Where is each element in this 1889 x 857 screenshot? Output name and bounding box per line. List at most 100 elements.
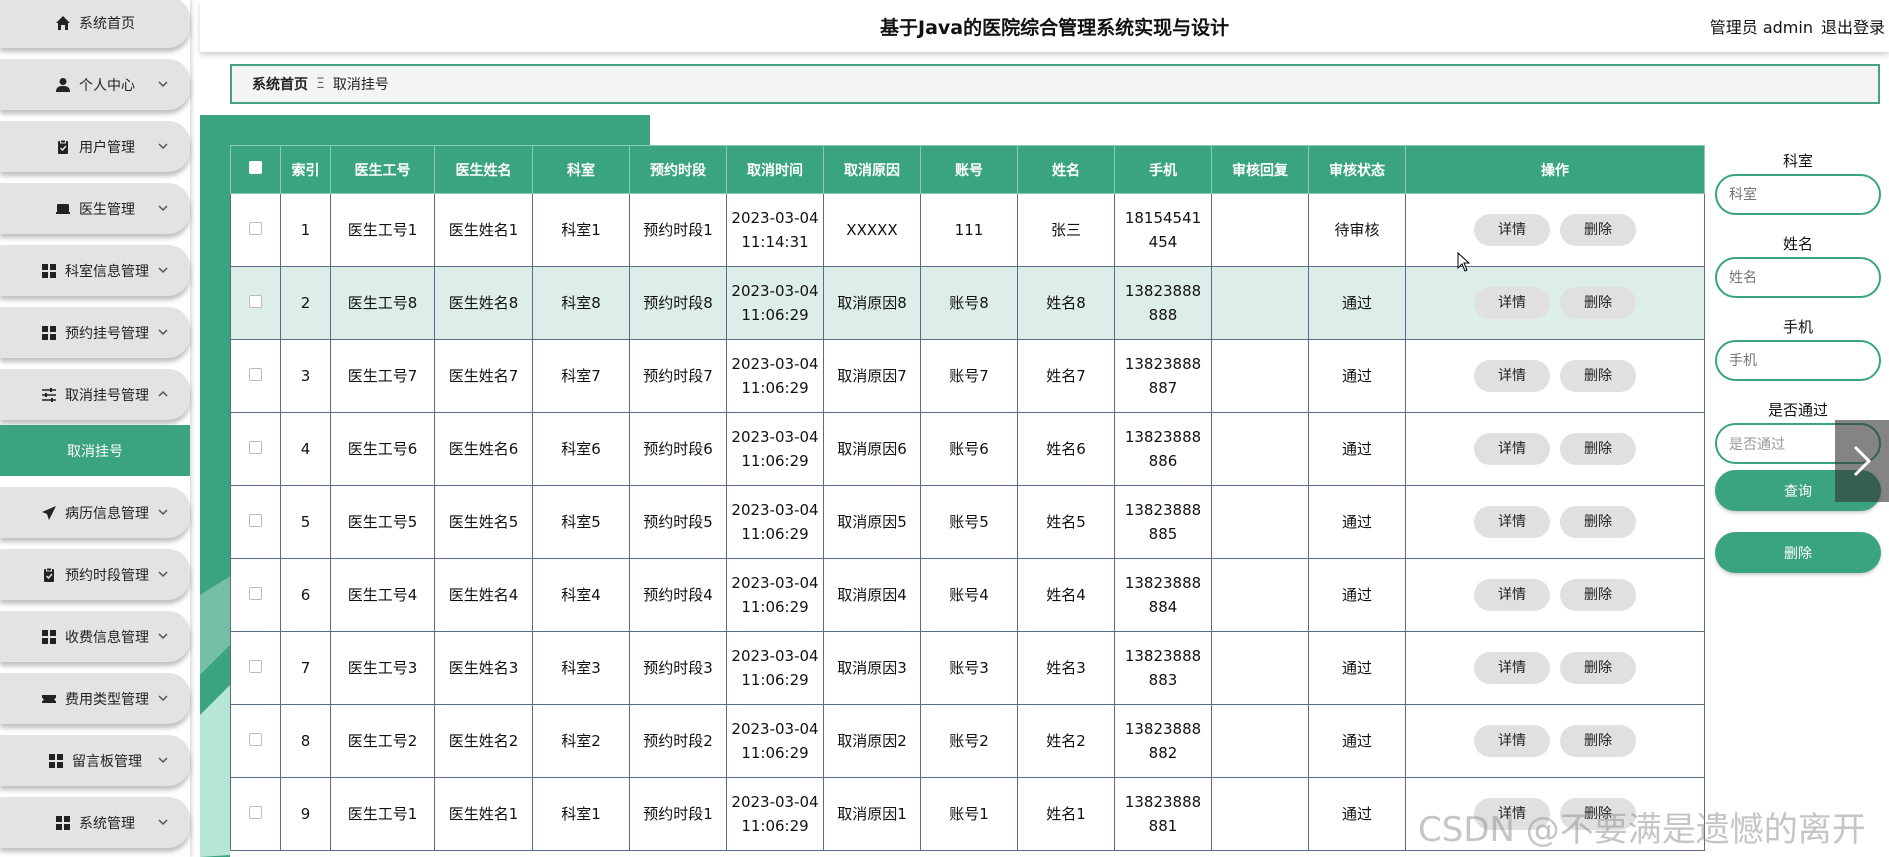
cell-doctor-name: 医生姓名1 xyxy=(434,777,533,851)
sidebar-item[interactable]: 费用类型管理 xyxy=(0,673,190,724)
row-checkbox-cell xyxy=(230,412,281,486)
sidebar-item[interactable]: 取消挂号管理 xyxy=(0,369,190,420)
site-title: 基于Java的医院综合管理系统实现与设计 xyxy=(880,17,1230,39)
row-checkbox[interactable] xyxy=(249,587,262,600)
row-checkbox[interactable] xyxy=(249,441,262,454)
col-header: 审核状态 xyxy=(1308,145,1406,194)
sliders-icon xyxy=(41,387,57,403)
cell-name: 姓名3 xyxy=(1017,631,1115,705)
delete-button[interactable]: 删除 xyxy=(1560,214,1636,246)
row-checkbox[interactable] xyxy=(249,660,262,673)
sidebar-item[interactable]: 预约挂号管理 xyxy=(0,307,190,358)
user-icon xyxy=(55,77,71,93)
row-checkbox[interactable] xyxy=(249,514,262,527)
cell-reason: 取消原因7 xyxy=(823,339,921,413)
cell-doctor-name: 医生姓名4 xyxy=(434,558,533,632)
grid-icon xyxy=(41,263,57,279)
cell-cancel-time: 2023-03-04 11:06:29 xyxy=(726,266,824,340)
dept-filter-input[interactable] xyxy=(1715,174,1881,215)
delete-button[interactable]: 删除 xyxy=(1560,287,1636,319)
delete-button[interactable]: 删除 xyxy=(1560,652,1636,684)
cell-index: 8 xyxy=(280,704,331,778)
cell-actions: 详情 删除 xyxy=(1405,193,1705,267)
cell-actions: 详情 删除 xyxy=(1405,412,1705,486)
phone-filter-label: 手机 xyxy=(1782,318,1813,336)
sidebar-item[interactable]: 个人中心 xyxy=(0,59,190,110)
clipboard-icon xyxy=(55,139,71,155)
row-checkbox[interactable] xyxy=(249,806,262,819)
sidebar-item[interactable]: 收费信息管理 xyxy=(0,611,190,662)
cell-dept: 科室4 xyxy=(532,558,630,632)
cell-reply xyxy=(1211,339,1309,413)
row-checkbox[interactable] xyxy=(249,733,262,746)
sidebar-item[interactable]: 用户管理 xyxy=(0,121,190,172)
sidebar-item[interactable]: 留言板管理 xyxy=(0,735,190,786)
row-checkbox-cell xyxy=(230,704,281,778)
phone-filter-input[interactable] xyxy=(1715,340,1881,381)
cell-doctor-id: 医生工号8 xyxy=(330,266,435,340)
detail-button[interactable]: 详情 xyxy=(1474,579,1550,611)
name-filter-input[interactable] xyxy=(1715,257,1881,298)
delete-button[interactable]: 删除 xyxy=(1560,579,1636,611)
sidebar-item-label: 系统管理 xyxy=(79,815,135,832)
row-checkbox-cell xyxy=(230,485,281,559)
row-checkbox[interactable] xyxy=(249,368,262,381)
detail-button[interactable]: 详情 xyxy=(1474,360,1550,392)
delete-button[interactable]: 删除 xyxy=(1560,506,1636,538)
cell-name: 姓名5 xyxy=(1017,485,1115,559)
row-checkbox[interactable] xyxy=(249,222,262,235)
sidebar-item[interactable]: 系统管理 xyxy=(0,797,190,848)
col-header: 科室 xyxy=(532,145,630,194)
cell-status: 通过 xyxy=(1308,266,1406,340)
cell-status: 通过 xyxy=(1308,558,1406,632)
delete-button[interactable]: 删除 xyxy=(1560,360,1636,392)
cell-slot: 预约时段8 xyxy=(629,266,727,340)
cell-doctor-name: 医生姓名7 xyxy=(434,339,533,413)
cell-cancel-time: 2023-03-04 11:06:29 xyxy=(726,485,824,559)
sidebar-subitem-cancel-registration[interactable]: 取消挂号 xyxy=(0,425,190,476)
cell-reply xyxy=(1211,558,1309,632)
sidebar-item[interactable]: 病历信息管理 xyxy=(0,487,190,538)
cell-phone: 13823888883 xyxy=(1114,631,1212,705)
cell-reason: 取消原因2 xyxy=(823,704,921,778)
breadcrumb-home[interactable]: 系统首页 xyxy=(252,74,308,94)
cell-cancel-time: 2023-03-04 11:06:29 xyxy=(726,777,824,851)
cell-doctor-id: 医生工号1 xyxy=(330,193,435,267)
detail-button[interactable]: 详情 xyxy=(1474,433,1550,465)
cell-cancel-time: 2023-03-04 11:06:29 xyxy=(726,412,824,486)
batch-delete-button[interactable]: 删除 xyxy=(1715,532,1881,573)
logout-link[interactable]: 退出登录 xyxy=(1821,18,1885,37)
cell-reply xyxy=(1211,266,1309,340)
table-row: 6 医生工号4 医生姓名4 科室4 预约时段4 2023-03-04 11:06:29 取消… xyxy=(230,558,1705,632)
chevron-down-icon xyxy=(158,205,168,212)
select-all-checkbox[interactable] xyxy=(249,161,262,174)
detail-button[interactable]: 详情 xyxy=(1474,214,1550,246)
cell-index: 3 xyxy=(280,339,331,413)
chevron-down-icon xyxy=(158,329,168,336)
col-header: 取消时间 xyxy=(726,145,824,194)
detail-button[interactable]: 详情 xyxy=(1474,287,1550,319)
user-label: 管理员 admin xyxy=(1709,18,1813,37)
delete-button[interactable]: 删除 xyxy=(1560,725,1636,757)
next-page-arrow[interactable] xyxy=(1835,420,1889,502)
sidebar-item[interactable]: 系统首页 xyxy=(0,0,190,48)
cell-account: 账号1 xyxy=(920,777,1018,851)
sidebar-item[interactable]: 科室信息管理 xyxy=(0,245,190,296)
cell-index: 7 xyxy=(280,631,331,705)
sidebar-item[interactable]: 预约时段管理 xyxy=(0,549,190,600)
cell-slot: 预约时段4 xyxy=(629,558,727,632)
cell-name: 姓名8 xyxy=(1017,266,1115,340)
delete-button[interactable]: 删除 xyxy=(1560,433,1636,465)
detail-button[interactable]: 详情 xyxy=(1474,652,1550,684)
cell-status: 通过 xyxy=(1308,704,1406,778)
name-filter-label: 姓名 xyxy=(1782,235,1813,253)
detail-button[interactable]: 详情 xyxy=(1474,506,1550,538)
row-checkbox-cell xyxy=(230,266,281,340)
cell-doctor-id: 医生工号1 xyxy=(330,777,435,851)
cell-dept: 科室6 xyxy=(532,412,630,486)
cell-account: 111 xyxy=(920,193,1018,267)
sidebar-item[interactable]: 医生管理 xyxy=(0,183,190,234)
row-checkbox[interactable] xyxy=(249,295,262,308)
detail-button[interactable]: 详情 xyxy=(1474,725,1550,757)
dept-filter-label: 科室 xyxy=(1782,152,1813,170)
